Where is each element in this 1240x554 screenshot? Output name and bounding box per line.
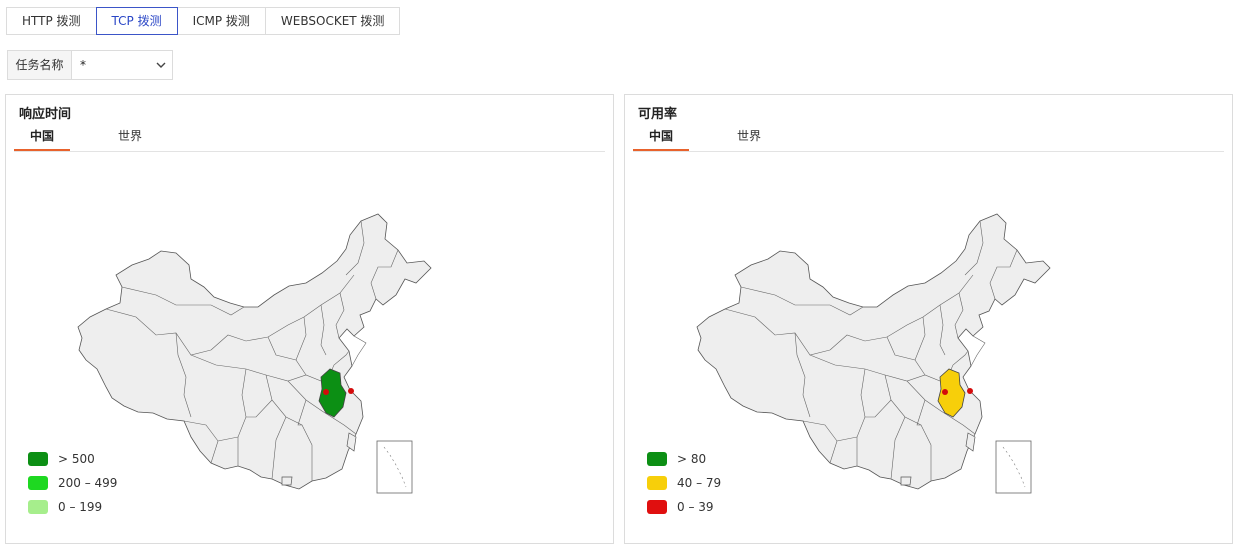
tab-china[interactable]: 中国 <box>14 126 70 151</box>
task-name-select[interactable]: * <box>72 51 172 79</box>
legend-item[interactable]: 40 – 79 <box>647 471 721 495</box>
legend-label: 40 – 79 <box>677 476 722 490</box>
legend-label: 0 – 199 <box>58 500 103 514</box>
tab-world[interactable]: 世界 <box>102 126 158 151</box>
china-outline <box>696 213 1051 494</box>
south-china-sea-inset <box>995 440 1032 494</box>
region-tabs: 中国 世界 <box>14 126 605 152</box>
probe-type-tabs: HTTP 拨测 TCP 拨测 ICMP 拨测 WEBSOCKET 拨测 <box>6 7 401 35</box>
map-legend: > 80 40 – 79 0 – 39 <box>647 447 721 519</box>
hainan-island <box>900 476 912 486</box>
china-outline <box>77 213 432 494</box>
legend-label: > 80 <box>677 452 707 466</box>
panel-title: 可用率 <box>638 107 678 122</box>
legend-item[interactable]: > 500 <box>28 447 117 471</box>
tab-world[interactable]: 世界 <box>721 126 777 151</box>
south-china-sea-inset <box>376 440 413 494</box>
task-name-value: * <box>80 58 86 72</box>
legend-item[interactable]: 0 – 39 <box>647 495 721 519</box>
response-time-panel: 响应时间 中国 世界 > 500 200 – 499 0 – 199 <box>5 94 614 544</box>
server-marker <box>323 389 329 395</box>
hainan-island <box>281 476 293 486</box>
legend-swatch <box>28 476 48 490</box>
server-marker <box>348 388 354 394</box>
chevron-down-icon <box>156 62 166 68</box>
legend-label: 200 – 499 <box>58 476 118 490</box>
legend-swatch <box>647 476 667 490</box>
legend-item[interactable]: 200 – 499 <box>28 471 117 495</box>
tab-tcp[interactable]: TCP 拨测 <box>95 7 178 35</box>
availability-panel: 可用率 中国 世界 > 80 40 – 79 0 – 39 <box>624 94 1233 544</box>
tab-icmp[interactable]: ICMP 拨测 <box>176 7 266 35</box>
server-marker <box>942 389 948 395</box>
legend-swatch <box>647 452 667 466</box>
legend-item[interactable]: 0 – 199 <box>28 495 117 519</box>
legend-swatch <box>28 500 48 514</box>
legend-item[interactable]: > 80 <box>647 447 721 471</box>
map-legend: > 500 200 – 499 0 – 199 <box>28 447 117 519</box>
legend-label: > 500 <box>58 452 95 466</box>
legend-label: 0 – 39 <box>677 500 714 514</box>
region-tabs: 中国 世界 <box>633 126 1224 152</box>
task-filter: 任务名称 * <box>7 50 173 80</box>
legend-swatch <box>28 452 48 466</box>
province-border <box>351 335 367 367</box>
tab-http[interactable]: HTTP 拨测 <box>6 7 97 35</box>
tab-china[interactable]: 中国 <box>633 126 689 151</box>
legend-swatch <box>647 500 667 514</box>
province-border <box>970 335 986 367</box>
tab-websocket[interactable]: WEBSOCKET 拨测 <box>264 7 401 35</box>
panel-title: 响应时间 <box>19 107 72 122</box>
task-name-label: 任务名称 <box>8 51 72 79</box>
server-marker <box>967 388 973 394</box>
